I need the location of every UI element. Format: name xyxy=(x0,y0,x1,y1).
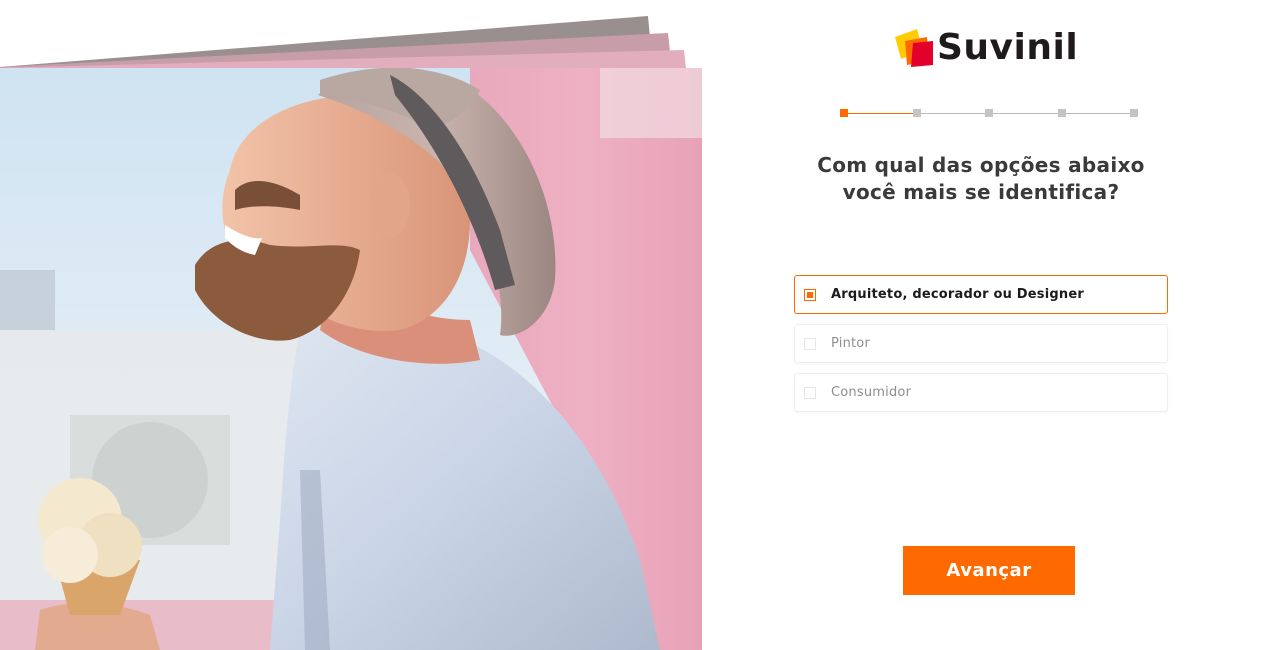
step-connector-1 xyxy=(848,112,913,114)
step-dot-4 xyxy=(1058,109,1066,117)
question-line-1: Com qual das opções abaixo xyxy=(817,153,1145,177)
checkbox-unchecked-icon[interactable] xyxy=(804,386,816,399)
hero-photo xyxy=(0,0,702,650)
option-arquiteto[interactable]: Arquiteto, decorador ou Designer xyxy=(794,275,1168,314)
step-dot-2 xyxy=(913,109,921,117)
option-label: Pintor xyxy=(831,336,871,351)
option-consumidor[interactable]: Consumidor xyxy=(794,373,1168,412)
suvinil-logo-icon xyxy=(895,29,933,67)
option-list: Arquiteto, decorador ou Designer Pintor … xyxy=(794,275,1168,422)
step-connector-4 xyxy=(1066,112,1130,114)
step-dot-1 xyxy=(840,109,848,117)
brand-logo: Suvinil xyxy=(893,26,1078,70)
checkbox-unchecked-icon[interactable] xyxy=(804,337,816,350)
question-line-2: você mais se identifica? xyxy=(842,180,1120,204)
brand-name: Suvinil xyxy=(937,27,1079,68)
step-connector-2 xyxy=(921,112,985,114)
question-title: Com qual das opções abaixo você mais se … xyxy=(790,152,1172,206)
step-connector-3 xyxy=(993,112,1058,114)
hero-illustration xyxy=(0,0,702,650)
option-pintor[interactable]: Pintor xyxy=(794,324,1168,363)
step-dot-3 xyxy=(985,109,993,117)
step-dot-5 xyxy=(1130,109,1138,117)
next-button[interactable]: Avançar xyxy=(903,546,1075,595)
option-label: Consumidor xyxy=(831,385,912,400)
progress-stepper xyxy=(840,109,1138,117)
checkbox-checked-icon[interactable] xyxy=(804,288,816,301)
option-label: Arquiteto, decorador ou Designer xyxy=(831,287,1084,302)
